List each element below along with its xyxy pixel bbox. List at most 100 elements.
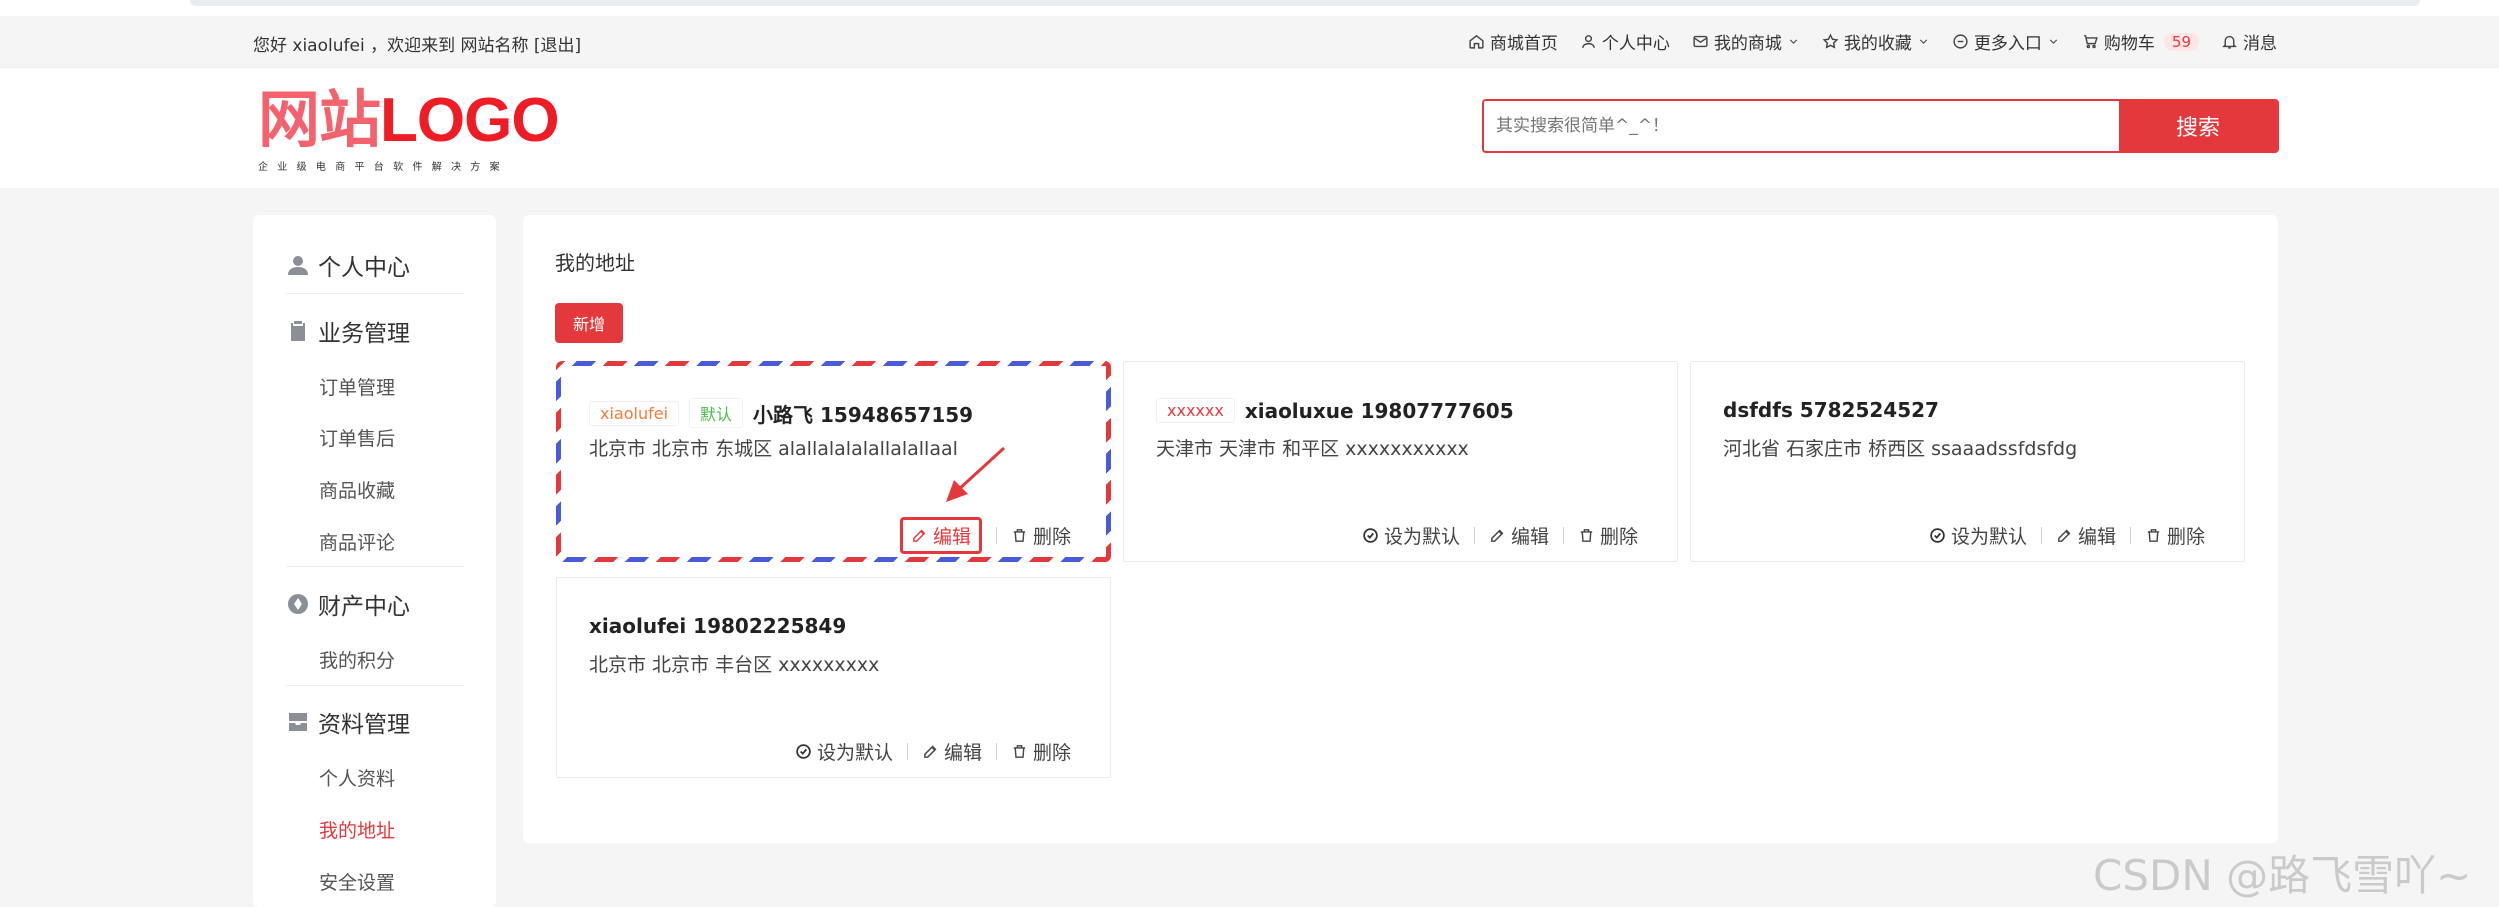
trash-icon bbox=[1013, 529, 1026, 542]
search-box: 搜索 bbox=[1482, 99, 2279, 153]
edit-button[interactable]: 编辑 bbox=[922, 738, 982, 765]
delete-button[interactable]: 删除 bbox=[1011, 522, 1071, 549]
welcome-text: 您好 xiaolufei ，欢迎来到 网站名称 [退出] bbox=[253, 36, 582, 56]
trash-icon bbox=[1580, 529, 1593, 542]
menu-assets[interactable]: 财产中心 bbox=[286, 584, 464, 624]
cart-count-badge: 59 bbox=[2163, 32, 2199, 51]
personal-center-link[interactable]: 个人中心 bbox=[1580, 29, 1670, 54]
mail-icon bbox=[1693, 35, 1708, 48]
divider bbox=[286, 293, 464, 294]
recipient-name-phone: 小路飞 15948657159 bbox=[753, 402, 974, 427]
delete-button[interactable]: 删除 bbox=[1578, 522, 1638, 549]
set-default-button[interactable]: 设为默认 bbox=[1362, 522, 1460, 549]
site-header: 网站LOGO 企业级电商平台软件解决方案 搜索 bbox=[0, 68, 2499, 188]
add-address-button[interactable]: 新增 bbox=[555, 303, 623, 343]
site-logo[interactable]: 网站LOGO 企业级电商平台软件解决方案 bbox=[258, 86, 560, 173]
recipient-name-phone: xiaoluxue 19807777605 bbox=[1244, 398, 1514, 423]
divider bbox=[906, 743, 908, 760]
star-icon bbox=[1822, 33, 1839, 49]
address-panel: 我的地址 新增 xiaolufei 默认 小路飞 15948657159 北京市… bbox=[523, 215, 2278, 843]
check-circle-icon bbox=[796, 744, 811, 759]
check-circle-icon bbox=[1363, 528, 1378, 543]
menu-profile[interactable]: 资料管理 bbox=[286, 702, 464, 742]
address-card-default: xiaolufei 默认 小路飞 15948657159 北京市 北京市 东城区… bbox=[556, 361, 1111, 562]
alias-tag: xxxxxx bbox=[1156, 398, 1235, 423]
user-solid-icon bbox=[288, 256, 308, 275]
sidebar-item-personal-info[interactable]: 个人资料 bbox=[319, 764, 395, 791]
address-card: xxxxxx xiaoluxue 19807777605 天津市 天津市 和平区… bbox=[1123, 361, 1678, 562]
search-input[interactable] bbox=[1484, 101, 2119, 151]
top-links: 商城首页 个人中心 我的商城 我的收藏 更多入口 购物车 59 消息 bbox=[1468, 29, 2277, 54]
sidebar-item-my-address[interactable]: 我的地址 bbox=[319, 816, 395, 843]
address-text: 河北省 石家庄市 桥西区 ssaaadssfdsfdg bbox=[1723, 438, 2078, 460]
address-card: xiaolufei 19802225849 北京市 北京市 丰台区 xxxxxx… bbox=[556, 577, 1111, 778]
divider bbox=[995, 527, 997, 544]
page-title: 我的地址 bbox=[555, 251, 635, 275]
my-shop-link[interactable]: 我的商城 bbox=[1692, 29, 1800, 54]
divider bbox=[995, 743, 997, 760]
menu-business[interactable]: 业务管理 bbox=[286, 311, 464, 351]
divider bbox=[286, 566, 464, 567]
user-icon bbox=[1582, 35, 1595, 48]
more-link[interactable]: 更多入口 bbox=[1952, 29, 2060, 54]
browser-strip bbox=[0, 0, 2499, 16]
bell-icon bbox=[2222, 35, 2237, 49]
message-link[interactable]: 消息 bbox=[2221, 29, 2277, 54]
cart-icon bbox=[2084, 35, 2098, 49]
sidebar-item-points[interactable]: 我的积分 bbox=[319, 646, 395, 673]
cart-link[interactable]: 购物车 59 bbox=[2082, 29, 2199, 54]
chevron-down-icon bbox=[1789, 39, 1798, 44]
address-text: 北京市 北京市 东城区 alallalalalallalallaal bbox=[589, 438, 958, 460]
top-bar: 您好 xiaolufei ，欢迎来到 网站名称 [退出] 商城首页 个人中心 我… bbox=[0, 16, 2499, 68]
address-text: 天津市 天津市 和平区 xxxxxxxxxxx bbox=[1156, 438, 1469, 460]
edit-icon bbox=[924, 745, 937, 758]
coin-icon bbox=[288, 594, 308, 614]
browser-scroll-bar[interactable] bbox=[190, 0, 2420, 6]
delete-button[interactable]: 删除 bbox=[1011, 738, 1071, 765]
more-circle-icon bbox=[1953, 34, 1968, 49]
address-text: 北京市 北京市 丰台区 xxxxxxxxx bbox=[589, 654, 880, 676]
sidebar-item-favorites[interactable]: 商品收藏 bbox=[319, 476, 395, 503]
edit-button[interactable]: 编辑 bbox=[2056, 522, 2116, 549]
divider bbox=[1562, 527, 1564, 544]
check-circle-icon bbox=[1930, 528, 1945, 543]
delete-button[interactable]: 删除 bbox=[2145, 522, 2205, 549]
search-button[interactable]: 搜索 bbox=[2119, 101, 2277, 151]
divider bbox=[286, 685, 464, 686]
sidebar: 个人中心 业务管理 订单管理 订单售后 商品收藏 商品评论 财产中心 我的积分 … bbox=[253, 215, 496, 907]
set-default-button[interactable]: 设为默认 bbox=[795, 738, 893, 765]
watermark: CSDN @路飞雪吖~ bbox=[2093, 851, 2472, 900]
alias-tag: xiaolufei bbox=[589, 400, 680, 426]
edit-button[interactable]: 编辑 bbox=[1489, 522, 1549, 549]
home-link[interactable]: 商城首页 bbox=[1468, 29, 1558, 54]
default-tag: 默认 bbox=[689, 398, 744, 428]
annotation-arrow-icon bbox=[946, 446, 1006, 502]
inbox-icon bbox=[289, 713, 307, 731]
favorites-link[interactable]: 我的收藏 bbox=[1822, 29, 1930, 54]
divider bbox=[2040, 527, 2042, 544]
trash-icon bbox=[1013, 745, 1026, 758]
edit-button[interactable]: 编辑 bbox=[899, 517, 982, 554]
edit-icon bbox=[1491, 529, 1504, 542]
recipient-name-phone: xiaolufei 19802225849 bbox=[589, 614, 847, 638]
logo-cn: 网站 bbox=[258, 86, 381, 155]
sidebar-item-reviews[interactable]: 商品评论 bbox=[319, 528, 395, 555]
logo-en: LOGO bbox=[380, 86, 560, 155]
chevron-down-icon bbox=[1919, 39, 1928, 44]
edit-icon bbox=[2058, 529, 2071, 542]
set-default-button[interactable]: 设为默认 bbox=[1929, 522, 2027, 549]
recipient-name-phone: dsfdfs 5782524527 bbox=[1723, 398, 1939, 422]
home-icon bbox=[1469, 34, 1484, 49]
edit-icon bbox=[913, 529, 926, 542]
sidebar-item-orders[interactable]: 订单管理 bbox=[319, 373, 395, 400]
sidebar-item-security[interactable]: 安全设置 bbox=[319, 868, 395, 895]
trash-icon bbox=[2147, 529, 2160, 542]
address-card: dsfdfs 5782524527 河北省 石家庄市 桥西区 ssaaadssf… bbox=[1690, 361, 2245, 562]
divider bbox=[1473, 527, 1475, 544]
menu-personal-center[interactable]: 个人中心 bbox=[286, 245, 464, 285]
clipboard-icon bbox=[291, 321, 305, 341]
logo-subtitle: 企业级电商平台软件解决方案 bbox=[258, 162, 509, 173]
divider bbox=[2129, 527, 2131, 544]
sidebar-item-after-sales[interactable]: 订单售后 bbox=[319, 424, 395, 451]
chevron-down-icon bbox=[2049, 39, 2058, 44]
